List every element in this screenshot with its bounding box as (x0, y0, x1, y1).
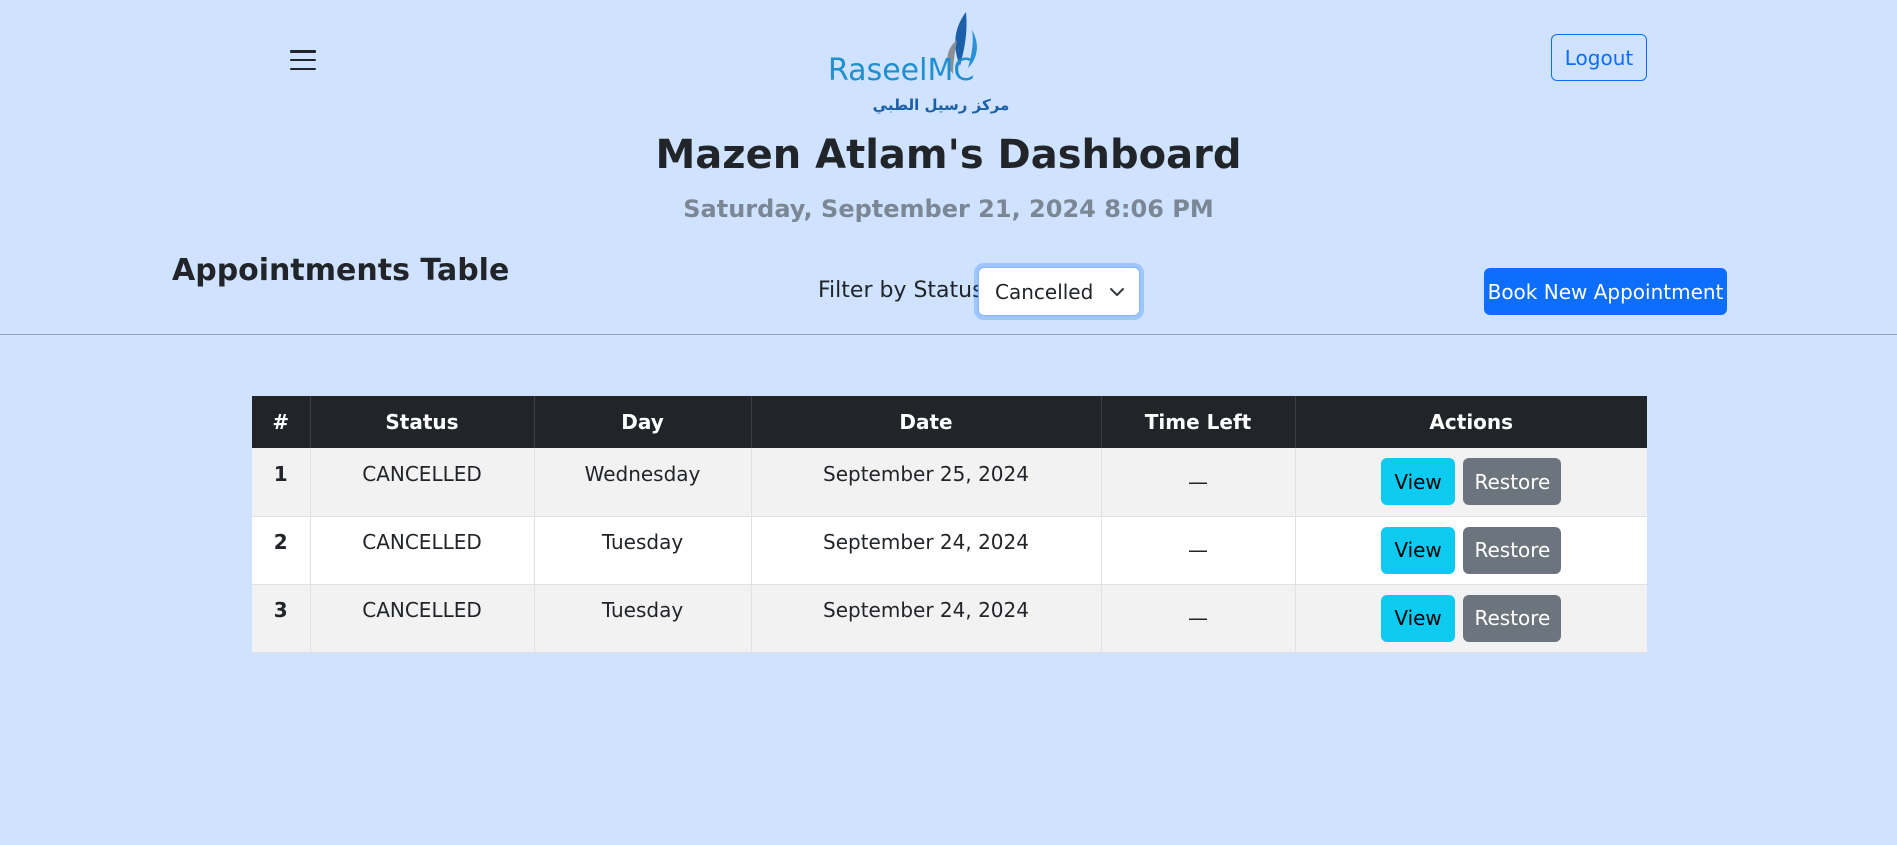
book-new-appointment-button[interactable]: Book New Appointment (1484, 268, 1727, 315)
column-header-time-left: Time Left (1101, 396, 1296, 448)
chevron-down-icon (1110, 287, 1124, 296)
menu-icon (290, 50, 316, 53)
column-header-actions: Actions (1295, 396, 1647, 448)
table-header-row: # Status Day Date Time Left Actions (252, 396, 1647, 448)
row-actions: View Restore (1295, 516, 1647, 585)
filter-status-value: Cancelled (995, 279, 1094, 304)
hamburger-menu-button[interactable] (286, 46, 320, 74)
restore-button[interactable]: Restore (1463, 594, 1562, 642)
row-time-left: — (1101, 584, 1296, 653)
appointments-section-title: Appointments Table (172, 253, 510, 288)
row-date: September 25, 2024 (751, 448, 1102, 517)
column-header-status: Status (310, 396, 535, 448)
row-number: 3 (252, 584, 311, 653)
appointments-table: # Status Day Date Time Left Actions 1 CA… (252, 396, 1647, 653)
filter-status-label: Filter by Status: (818, 278, 991, 303)
table-row: 1 CANCELLED Wednesday September 25, 2024… (252, 448, 1647, 517)
column-header-day: Day (534, 396, 752, 448)
row-status: CANCELLED (310, 448, 535, 517)
table-row: 3 CANCELLED Tuesday September 24, 2024 —… (252, 584, 1647, 653)
page-title: Mazen Atlam's Dashboard (655, 132, 1242, 178)
restore-button[interactable]: Restore (1463, 458, 1562, 506)
row-actions: View Restore (1295, 448, 1647, 517)
row-day: Tuesday (534, 516, 752, 585)
row-date: September 24, 2024 (751, 516, 1102, 585)
row-time-left: — (1101, 448, 1296, 517)
table-row: 2 CANCELLED Tuesday September 24, 2024 —… (252, 516, 1647, 585)
restore-button[interactable]: Restore (1463, 526, 1562, 574)
row-actions: View Restore (1295, 584, 1647, 653)
logout-button[interactable]: Logout (1551, 34, 1647, 81)
view-button[interactable]: View (1381, 526, 1456, 574)
current-datetime: Saturday, September 21, 2024 8:06 PM (683, 195, 1214, 223)
row-status: CANCELLED (310, 584, 535, 653)
row-number: 2 (252, 516, 311, 585)
logo-arabic-text: مركز رسيل الطبي (873, 96, 1010, 114)
view-button[interactable]: View (1381, 458, 1456, 506)
row-date: September 24, 2024 (751, 584, 1102, 653)
row-day: Tuesday (534, 584, 752, 653)
raseel-mc-logo: RaseelMC مركز رسيل الطبي (828, 12, 1010, 114)
header-divider (0, 334, 1897, 335)
column-header-date: Date (751, 396, 1102, 448)
logo-text: RaseelMC (828, 53, 974, 88)
row-status: CANCELLED (310, 516, 535, 585)
view-button[interactable]: View (1381, 594, 1456, 642)
column-header-number: # (252, 396, 311, 448)
row-day: Wednesday (534, 448, 752, 517)
row-number: 1 (252, 448, 311, 517)
row-time-left: — (1101, 516, 1296, 585)
filter-status-select[interactable]: Cancelled (978, 267, 1140, 316)
